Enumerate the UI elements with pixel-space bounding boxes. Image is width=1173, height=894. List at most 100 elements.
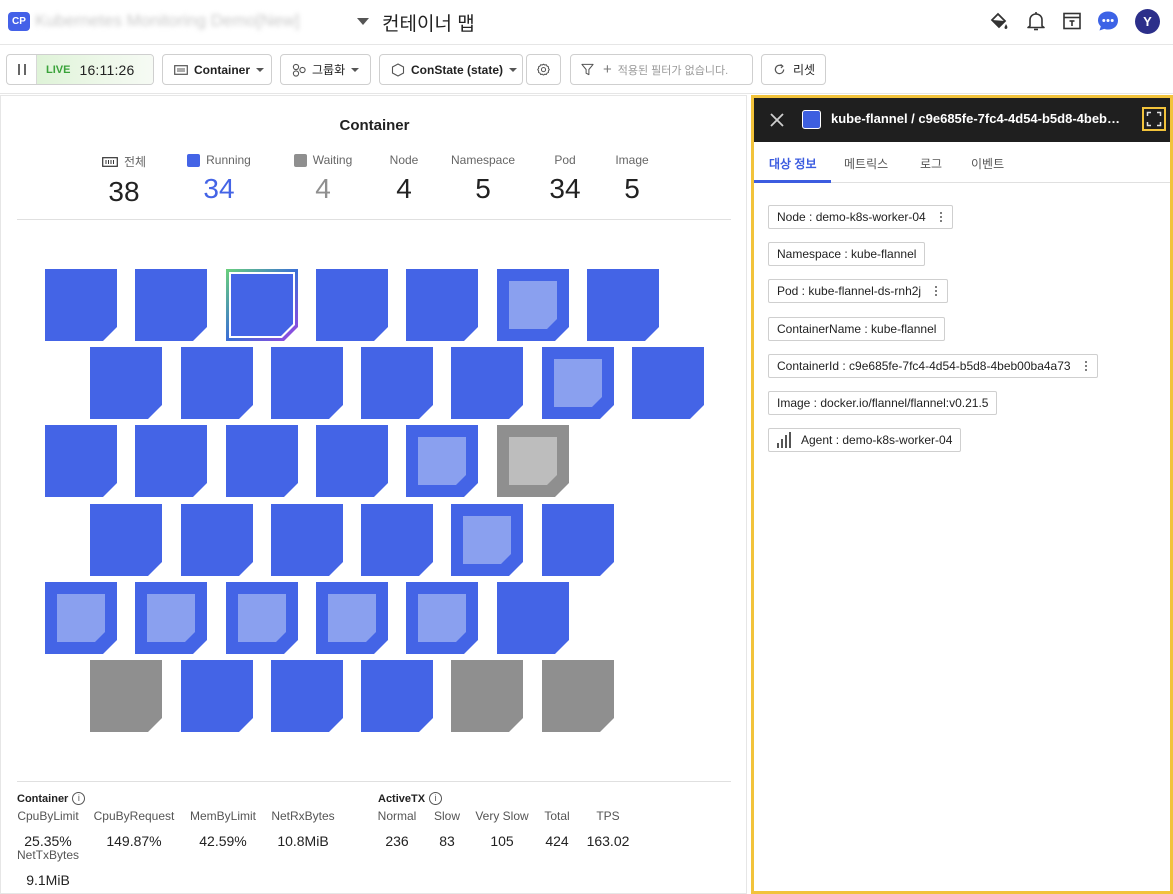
grouping-dropdown[interactable]: 그룹화 bbox=[280, 54, 371, 85]
stat-value: 10.8MiB bbox=[277, 833, 329, 849]
grouping-label: 그룹화 bbox=[312, 63, 346, 77]
detail-tabs: 대상 정보 메트릭스 로그 이벤트 bbox=[754, 142, 1170, 183]
container-tile-running[interactable] bbox=[632, 347, 704, 420]
reset-button[interactable]: 리셋 bbox=[761, 54, 826, 85]
container-tile-running[interactable] bbox=[361, 660, 434, 732]
stat-label: Very Slow bbox=[475, 809, 529, 823]
fullscreen-icon[interactable] bbox=[1142, 107, 1166, 131]
state-label: ConState (state) bbox=[411, 62, 504, 77]
detail-tag[interactable]: Pod : kube-flannel-ds-rnh2j bbox=[768, 279, 949, 304]
container-tile-running[interactable] bbox=[361, 503, 434, 576]
detail-tag-text: ContainerName : kube-flannel bbox=[777, 321, 937, 336]
detail-tag[interactable]: ContainerName : kube-flannel bbox=[768, 316, 946, 341]
tab-target-info[interactable]: 대상 정보 bbox=[769, 155, 817, 172]
info-icon[interactable]: i bbox=[72, 792, 86, 805]
chat-bubble-icon[interactable] bbox=[1096, 9, 1120, 33]
stat-total: Total 424 bbox=[537, 809, 577, 849]
detail-tag[interactable]: Namespace : kube-flannel bbox=[768, 242, 926, 267]
state-dropdown[interactable]: ConState (state) bbox=[379, 54, 523, 85]
stat-value: 83 bbox=[439, 833, 455, 849]
container-tile-running[interactable] bbox=[90, 347, 163, 420]
detail-tag[interactable]: ContainerId : c9e685fe-7fc4-4d54-b5d8-4b… bbox=[768, 353, 1098, 378]
container-tile-running[interactable] bbox=[496, 581, 569, 654]
tab-logs[interactable]: 로그 bbox=[920, 155, 942, 172]
container-tile-running[interactable] bbox=[180, 347, 253, 420]
more-vertical-icon[interactable] bbox=[935, 286, 938, 297]
bell-icon[interactable] bbox=[1024, 9, 1048, 33]
container-tile-running[interactable] bbox=[315, 425, 388, 498]
filter-icon bbox=[581, 63, 594, 76]
container-tile-running-inner[interactable] bbox=[315, 581, 388, 654]
live-indicator[interactable]: LIVE 16:11:26 bbox=[37, 55, 153, 84]
container-tile-running[interactable] bbox=[270, 347, 343, 420]
detail-tag[interactable]: Image : docker.io/flannel/flannel:v0.21.… bbox=[768, 391, 998, 415]
stat-net-rx-bytes: NetRxBytes 10.8MiB bbox=[263, 809, 343, 849]
grouping-icon bbox=[292, 63, 306, 77]
container-tile-running[interactable] bbox=[541, 503, 614, 576]
container-tile-running[interactable] bbox=[270, 660, 343, 732]
container-icon bbox=[174, 64, 188, 75]
activetx-stats-title: ActiveTX i bbox=[378, 792, 443, 805]
container-tile-waiting[interactable] bbox=[451, 660, 524, 732]
container-tile-running-inner[interactable] bbox=[225, 581, 298, 654]
stat-value: 25.35% bbox=[24, 833, 72, 849]
container-tile-running[interactable] bbox=[90, 503, 163, 576]
stat-value: 9.1MiB bbox=[26, 872, 70, 888]
container-tile-waiting-inner[interactable] bbox=[496, 425, 569, 498]
container-tile-waiting[interactable] bbox=[90, 660, 163, 732]
container-tile-running[interactable] bbox=[225, 425, 298, 498]
reset-label: 리셋 bbox=[793, 63, 816, 77]
detail-header: kube-flannel / c9e685fe-7fc4-4d54-b5d8-4… bbox=[754, 98, 1170, 142]
container-type-dropdown[interactable]: Container bbox=[162, 54, 272, 85]
settings-button[interactable] bbox=[526, 54, 561, 85]
more-vertical-icon[interactable] bbox=[939, 212, 942, 222]
container-tile-running[interactable] bbox=[135, 425, 208, 498]
stat-label: TPS bbox=[596, 809, 620, 823]
container-tile-running[interactable] bbox=[406, 269, 479, 341]
detail-tag[interactable]: Node : demo-k8s-worker-04 bbox=[768, 205, 953, 229]
close-icon[interactable] bbox=[768, 111, 786, 129]
paint-bucket-icon[interactable] bbox=[987, 9, 1011, 33]
product-badge: CP bbox=[8, 12, 30, 31]
more-vertical-icon[interactable] bbox=[1084, 360, 1087, 371]
container-tile-running-inner[interactable] bbox=[135, 581, 208, 654]
project-caret-icon[interactable] bbox=[357, 18, 369, 25]
container-tile-running[interactable] bbox=[586, 269, 659, 341]
stat-value: 105 bbox=[490, 833, 514, 849]
container-tile-running[interactable] bbox=[135, 269, 208, 341]
stat-label: Slow bbox=[433, 809, 460, 823]
user-avatar[interactable]: Y bbox=[1135, 9, 1160, 34]
container-tile-running-inner[interactable] bbox=[406, 581, 479, 654]
stat-mem-by-limit: MemByLimit 42.59% bbox=[183, 809, 263, 849]
stat-cpu-by-request: CpuByRequest 149.87% bbox=[89, 809, 179, 849]
tab-metrics[interactable]: 메트릭스 bbox=[844, 155, 888, 172]
plus-icon: + bbox=[603, 61, 612, 78]
container-tile-running-inner[interactable] bbox=[451, 503, 524, 576]
detail-tag-text: Image : docker.io/flannel/flannel:v0.21.… bbox=[777, 396, 989, 410]
container-tile-waiting[interactable] bbox=[541, 660, 614, 732]
container-tile-running-inner[interactable] bbox=[541, 347, 614, 420]
container-tile-running[interactable] bbox=[45, 269, 117, 341]
detail-tag[interactable]: Agent : demo-k8s-worker-04 bbox=[768, 428, 962, 453]
container-tile-running[interactable] bbox=[45, 425, 117, 498]
container-tile-running[interactable] bbox=[315, 269, 388, 341]
container-tile-running[interactable] bbox=[270, 503, 343, 576]
archive-icon[interactable] bbox=[1060, 9, 1084, 33]
container-tile-running[interactable] bbox=[361, 347, 434, 420]
container-tile-running[interactable] bbox=[180, 503, 253, 576]
detail-tag-text: Namespace : kube-flannel bbox=[777, 247, 917, 262]
container-tile-running[interactable] bbox=[451, 347, 524, 420]
pause-button[interactable] bbox=[7, 55, 37, 84]
project-selector[interactable]: Kubernetes Monitoring Demo[New] bbox=[35, 11, 300, 31]
stat-value: 163.02 bbox=[586, 833, 630, 849]
tab-events[interactable]: 이벤트 bbox=[971, 155, 1004, 172]
detail-tag-text: Pod : kube-flannel-ds-rnh2j bbox=[777, 284, 922, 299]
container-tile-running-inner[interactable] bbox=[406, 425, 479, 498]
container-tile-running-inner[interactable] bbox=[496, 269, 569, 341]
container-tile-selected[interactable] bbox=[225, 269, 298, 341]
container-tile-running[interactable] bbox=[180, 660, 253, 732]
container-tile-running-inner[interactable] bbox=[45, 581, 117, 654]
info-icon[interactable]: i bbox=[429, 792, 443, 805]
filter-input[interactable]: + 적용된 필터가 없습니다. bbox=[570, 54, 753, 85]
gear-icon bbox=[537, 63, 550, 76]
